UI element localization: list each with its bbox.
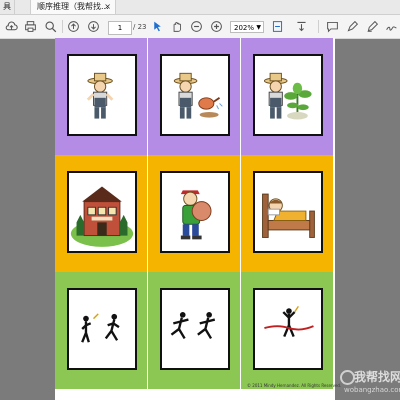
runners-start-illustration (81, 313, 120, 343)
sign-icon[interactable] (384, 19, 399, 34)
comment-icon[interactable] (325, 19, 340, 34)
page-total: / 23 (133, 23, 147, 31)
card-runners-racing (160, 288, 230, 370)
boy-illustration (180, 190, 212, 240)
hand-tool-icon[interactable] (169, 19, 184, 34)
tab-tools[interactable]: 具 (0, 0, 15, 14)
card-farmer-with-plant (253, 54, 323, 136)
card-cell (148, 272, 241, 389)
page-number-input[interactable]: 1 (108, 21, 132, 35)
zoom-out-icon[interactable] (189, 19, 204, 34)
bed-illustration (262, 193, 315, 238)
card-cell (148, 155, 241, 272)
watermark-logo-icon (340, 370, 355, 385)
card-row-3 (55, 272, 335, 389)
previous-page-icon[interactable] (66, 19, 81, 34)
runner-finish-illustration (264, 305, 314, 337)
card-runner-finishing (253, 288, 323, 370)
zoom-level-value: 202% (234, 24, 255, 32)
fit-page-icon[interactable] (270, 19, 285, 34)
highlight-pen-icon[interactable] (345, 19, 360, 34)
farmer-plant-illustration (263, 72, 312, 120)
runners-race-illustration (170, 312, 216, 340)
house-illustration (70, 186, 134, 247)
scroll-mode-icon[interactable] (294, 19, 309, 34)
watermark-subtext: wobangzhao.com (344, 386, 400, 394)
close-icon[interactable]: × (104, 0, 111, 14)
card-boy-carrying-ball (160, 171, 230, 253)
copyright-notice: © 2011 Mindy Hernandez. All Rights Reser… (247, 383, 342, 388)
toolbar-separator (318, 20, 319, 33)
card-farmer-standing (67, 54, 137, 136)
chevron-down-icon: ▼ (256, 24, 261, 31)
pdf-page: © 2011 Mindy Hernandez. All Rights Reser… (55, 38, 341, 400)
tab-bar: 具 顺序推理（我帮找... × (0, 0, 400, 15)
select-cursor-icon[interactable] (150, 19, 165, 34)
card-row-1 (55, 38, 335, 155)
card-cell (241, 272, 334, 389)
toolbar: 1 / 23 202% ▼ (0, 15, 400, 39)
card-cell (241, 155, 334, 272)
card-cell (148, 38, 241, 155)
card-cell (241, 38, 334, 155)
toolbar-separator (62, 20, 63, 33)
card-farmer-watering-seed (160, 54, 230, 136)
card-row-2 (55, 155, 335, 272)
card-house (67, 171, 137, 253)
draw-pen-icon[interactable] (365, 19, 380, 34)
watermark-text: 我帮找网 (354, 370, 400, 384)
search-icon[interactable] (43, 19, 58, 34)
print-icon[interactable] (23, 19, 38, 34)
card-boy-in-bed (253, 171, 323, 253)
card-cell (55, 155, 148, 272)
zoom-level-select[interactable]: 202% ▼ (230, 21, 264, 33)
zoom-in-icon[interactable] (209, 19, 224, 34)
upload-cloud-icon[interactable] (4, 19, 19, 34)
farmer-watering-illustration (173, 72, 223, 119)
card-cell (55, 38, 148, 155)
card-runners-starting (67, 288, 137, 370)
tab-document-title: 顺序推理（我帮找... (37, 2, 109, 11)
tab-document[interactable]: 顺序推理（我帮找... × (30, 0, 116, 14)
farmer-illustration (86, 72, 114, 119)
next-page-icon[interactable] (86, 19, 101, 34)
card-cell (55, 272, 148, 389)
